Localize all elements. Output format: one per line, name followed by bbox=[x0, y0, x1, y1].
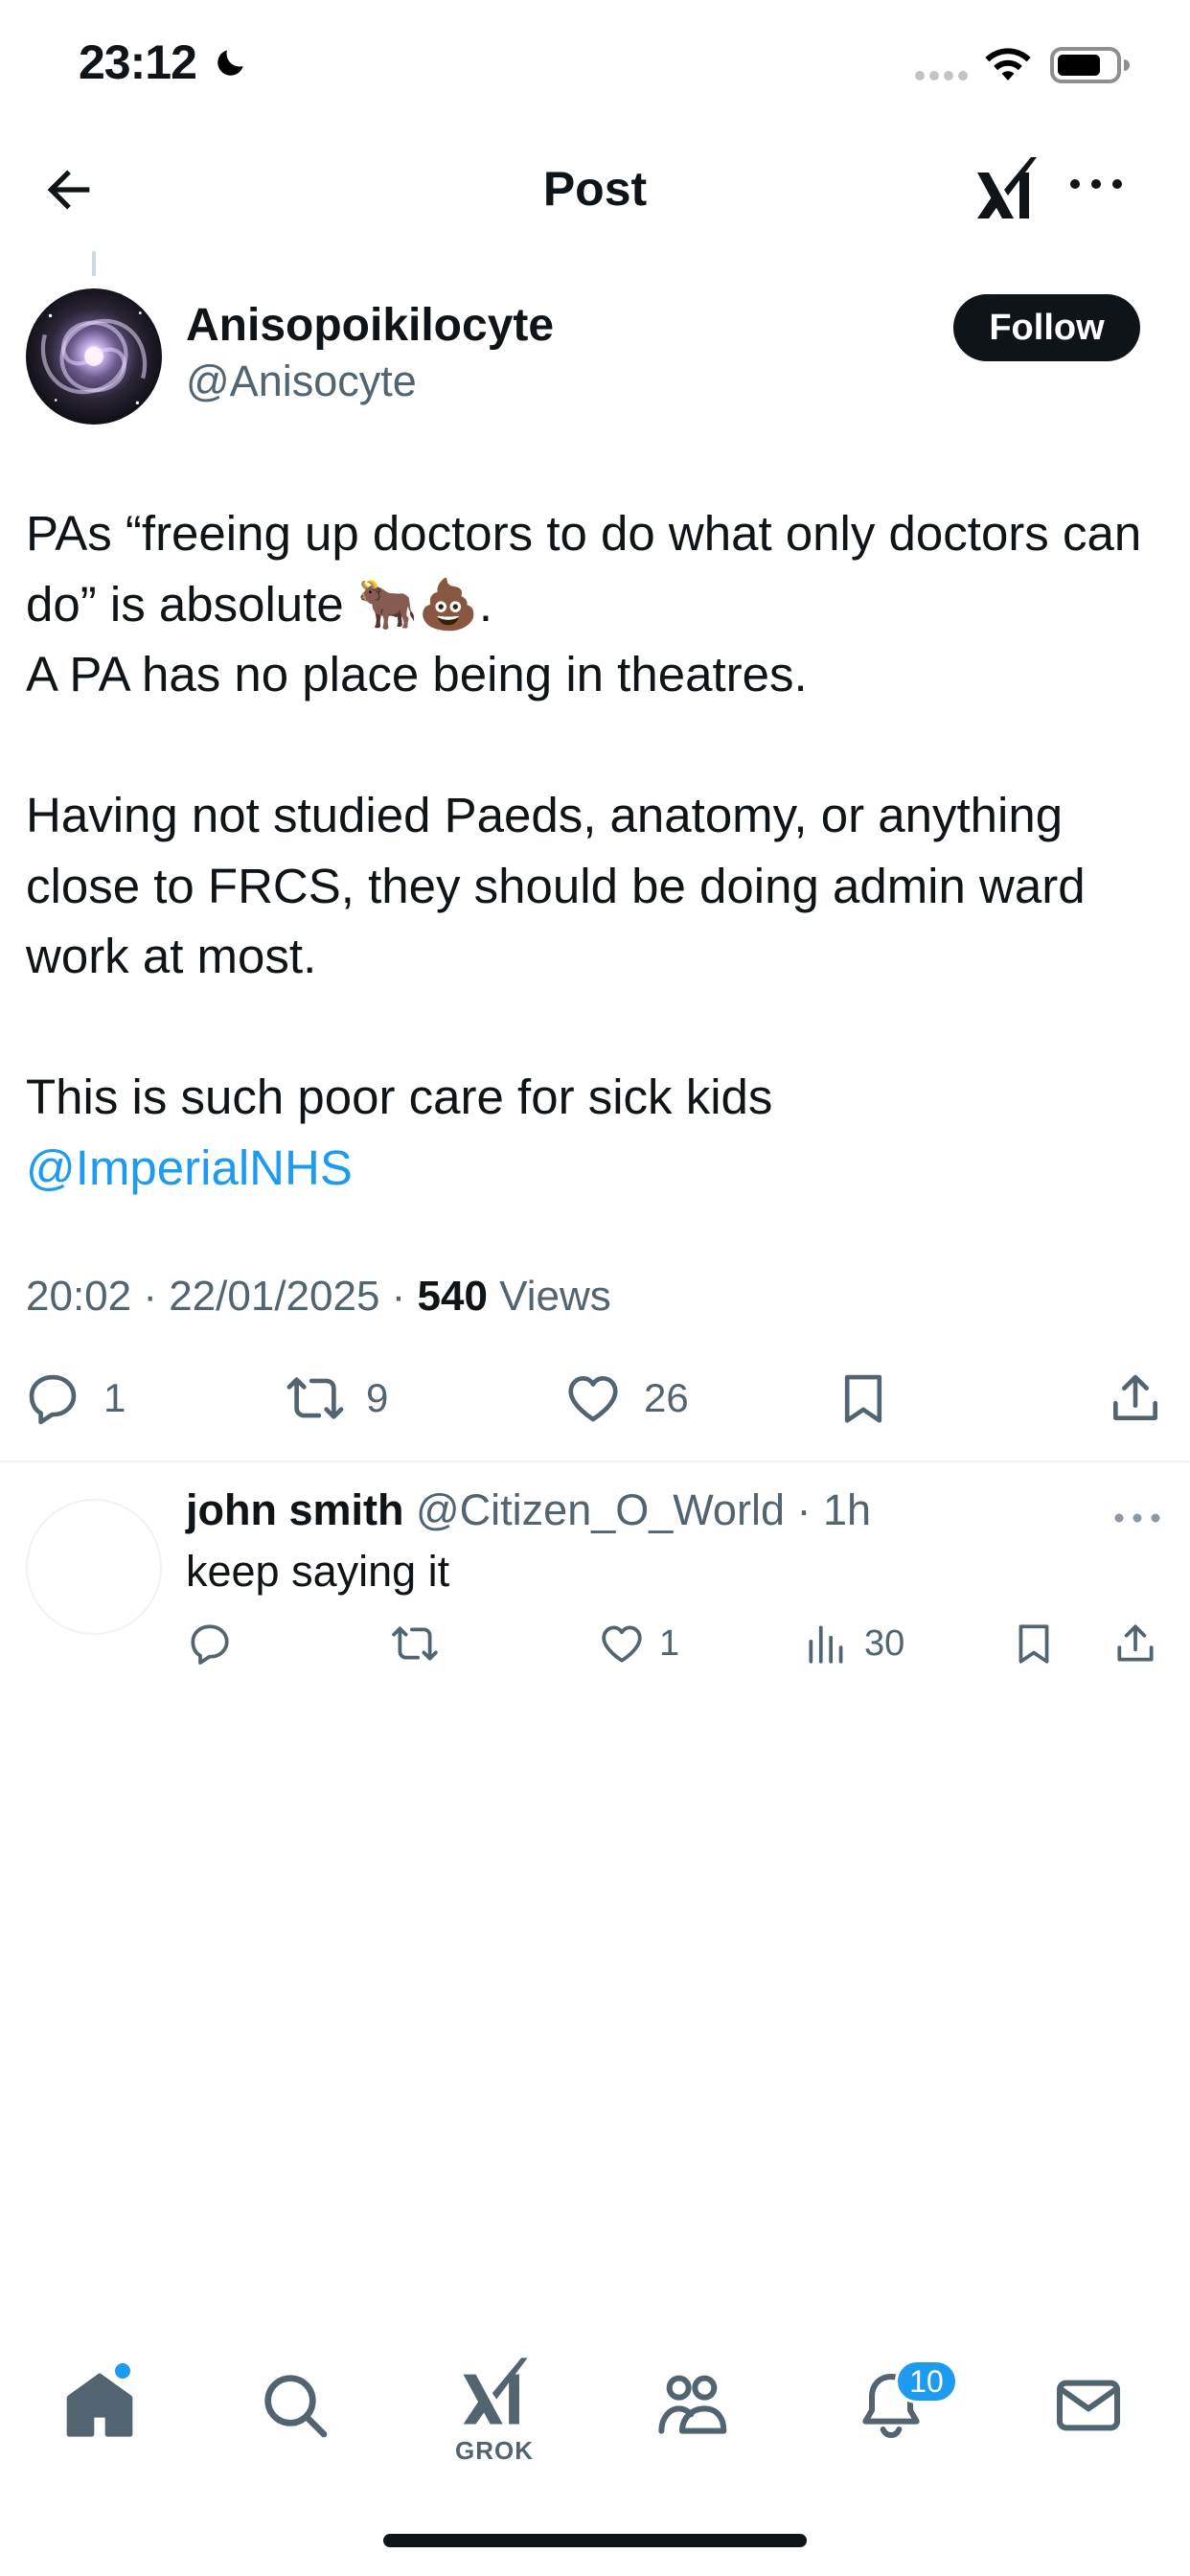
galaxy-avatar-image bbox=[40, 311, 148, 404]
analytics-icon bbox=[809, 1625, 843, 1664]
communities-icon bbox=[658, 2375, 727, 2434]
share-icon bbox=[1117, 1624, 1154, 1662]
reply-share-button[interactable] bbox=[1111, 1620, 1159, 1668]
tab-grok[interactable] bbox=[456, 2354, 533, 2430]
home-indicator[interactable] bbox=[383, 2534, 807, 2547]
status-bar: 23:12 bbox=[0, 0, 1190, 134]
mention-link[interactable]: @ImperialNHS bbox=[26, 1133, 1166, 1204]
reply-like-button[interactable]: 1 bbox=[598, 1620, 679, 1668]
post-text: PAs “freeing up doctors to do what only … bbox=[26, 498, 1166, 1203]
post-meta: 20:02 · 22/01/2025 · 540 Views bbox=[26, 1273, 611, 1321]
like-count: 26 bbox=[644, 1375, 689, 1420]
reply-bookmark-button[interactable] bbox=[1010, 1620, 1058, 1668]
reply-like-count: 1 bbox=[659, 1622, 680, 1664]
share-icon bbox=[1113, 1374, 1157, 1420]
bookmark-icon bbox=[844, 1374, 882, 1423]
more-icon[interactable] bbox=[1067, 174, 1125, 194]
search-icon bbox=[264, 2375, 328, 2438]
avatar[interactable] bbox=[26, 288, 162, 425]
post-line: This is such poor care for sick kids bbox=[26, 1070, 773, 1124]
home-icon bbox=[66, 2373, 133, 2437]
post-line: PAs “freeing up doctors to do what only … bbox=[26, 506, 1156, 632]
repost-button[interactable]: 9 bbox=[286, 1368, 388, 1428]
reply-reply-button[interactable] bbox=[186, 1620, 234, 1668]
reply-item[interactable]: john smith @Citizen_O_World · 1h keep sa… bbox=[0, 1466, 1190, 1696]
heart-icon bbox=[602, 1625, 642, 1663]
reply-author-handle[interactable]: @Citizen_O_World · 1h bbox=[403, 1485, 871, 1534]
repost-icon bbox=[392, 1626, 438, 1661]
home-new-dot bbox=[115, 2363, 130, 2379]
post-header: Post bbox=[0, 134, 1190, 249]
author-name[interactable]: Anisopoikilocyte bbox=[186, 299, 554, 352]
thread-connector bbox=[92, 251, 96, 276]
bookmark-button[interactable] bbox=[834, 1368, 893, 1428]
tab-bar: GROK 10 bbox=[0, 2329, 1190, 2472]
wifi-icon bbox=[985, 48, 1031, 80]
battery-icon bbox=[1050, 47, 1130, 83]
reply-text: keep saying it bbox=[186, 1547, 450, 1596]
repost-count: 9 bbox=[366, 1375, 389, 1420]
reply-count: 1 bbox=[103, 1375, 126, 1420]
follow-button[interactable]: Follow bbox=[953, 294, 1140, 361]
reply-repost-button[interactable] bbox=[391, 1620, 439, 1668]
views-label: Views bbox=[487, 1273, 611, 1320]
post-timestamp: 20:02 · 22/01/2025 · bbox=[26, 1273, 418, 1320]
grok-label: GROK bbox=[455, 2436, 534, 2465]
moon-icon bbox=[217, 50, 243, 76]
mail-icon bbox=[1057, 2380, 1120, 2431]
reply-button[interactable]: 1 bbox=[23, 1368, 126, 1428]
share-button[interactable] bbox=[1106, 1368, 1165, 1428]
reply-icon bbox=[191, 1624, 229, 1665]
repost-icon bbox=[286, 1377, 344, 1419]
notification-badge: 10 bbox=[895, 2359, 958, 2404]
divider bbox=[0, 1460, 1190, 1462]
post-line: Having not studied Paeds, anatomy, or an… bbox=[26, 788, 1099, 983]
grok-icon bbox=[463, 2358, 528, 2425]
reply-author-name[interactable]: john smith bbox=[186, 1485, 403, 1534]
reply-avatar[interactable] bbox=[26, 1499, 162, 1635]
status-time: 23:12 bbox=[79, 35, 197, 89]
post-actions: 1 9 26 bbox=[0, 1361, 1190, 1447]
reply-icon bbox=[29, 1374, 77, 1425]
heart-icon bbox=[568, 1376, 618, 1422]
tab-home[interactable] bbox=[61, 2367, 138, 2444]
tab-messages[interactable] bbox=[1050, 2367, 1127, 2444]
views-count[interactable]: 540 bbox=[418, 1273, 488, 1320]
tab-search[interactable] bbox=[257, 2367, 333, 2444]
reply-header: john smith @Citizen_O_World · 1h bbox=[186, 1485, 871, 1535]
more-icon[interactable] bbox=[1113, 1510, 1161, 1526]
like-button[interactable]: 26 bbox=[563, 1368, 689, 1428]
tab-communities[interactable] bbox=[653, 2367, 730, 2444]
grok-icon[interactable] bbox=[973, 153, 1039, 224]
reply-actions: 1 30 bbox=[0, 1620, 1190, 1687]
signal-icon bbox=[915, 71, 968, 80]
reply-views-button[interactable]: 30 bbox=[803, 1620, 904, 1668]
bookmark-icon bbox=[1018, 1624, 1049, 1664]
post-line: A PA has no place being in theatres. bbox=[26, 647, 808, 702]
reply-views-count: 30 bbox=[864, 1622, 905, 1664]
author-handle[interactable]: @Anisocyte bbox=[186, 356, 417, 406]
